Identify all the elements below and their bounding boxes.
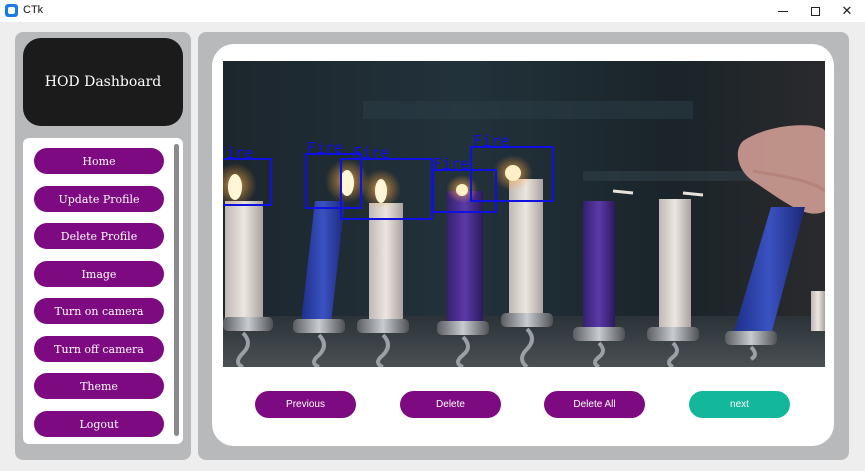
detection-label: Fire bbox=[353, 144, 389, 162]
detection-label: Fire bbox=[473, 132, 509, 150]
menu-scrollbar[interactable] bbox=[174, 144, 179, 436]
turn-off-camera-button[interactable]: Turn off camera bbox=[34, 336, 164, 362]
menu-panel: Home Update Profile Delete Profile Image… bbox=[23, 138, 183, 444]
close-icon[interactable]: ✕ bbox=[830, 0, 864, 22]
main-panel: Fire Fire Fire Fire Fire Previous Delete… bbox=[198, 32, 849, 460]
detection-image: Fire Fire Fire Fire Fire bbox=[223, 61, 825, 367]
delete-button[interactable]: Delete bbox=[400, 391, 501, 418]
delete-profile-button[interactable]: Delete Profile bbox=[34, 223, 164, 249]
candles-photo: Fire Fire Fire Fire Fire bbox=[223, 61, 825, 367]
maximize-icon[interactable] bbox=[798, 0, 832, 22]
app-content: HOD Dashboard Home Update Profile Delete… bbox=[0, 22, 865, 471]
detection-label: Fire bbox=[223, 144, 253, 162]
next-button[interactable]: next bbox=[689, 391, 790, 418]
minimize-icon[interactable] bbox=[766, 0, 800, 22]
delete-all-button[interactable]: Delete All bbox=[544, 391, 645, 418]
update-profile-button[interactable]: Update Profile bbox=[34, 186, 164, 212]
logout-button[interactable]: Logout bbox=[34, 411, 164, 437]
detection-label: Fire bbox=[307, 139, 343, 157]
app-icon bbox=[5, 4, 18, 17]
window-title: CTk bbox=[23, 4, 44, 16]
dashboard-title: HOD Dashboard bbox=[44, 74, 162, 90]
dashboard-header: HOD Dashboard bbox=[23, 38, 183, 126]
window-titlebar: CTk ✕ bbox=[0, 0, 865, 22]
theme-button[interactable]: Theme bbox=[34, 373, 164, 399]
home-button[interactable]: Home bbox=[34, 148, 164, 174]
turn-on-camera-button[interactable]: Turn on camera bbox=[34, 298, 164, 324]
image-card: Fire Fire Fire Fire Fire Previous Delete… bbox=[212, 44, 834, 446]
sidebar: HOD Dashboard Home Update Profile Delete… bbox=[15, 32, 191, 460]
detection-label: Fire bbox=[433, 155, 469, 173]
previous-button[interactable]: Previous bbox=[255, 391, 356, 418]
menu-scrollbar-thumb[interactable] bbox=[174, 144, 179, 436]
image-button[interactable]: Image bbox=[34, 261, 164, 287]
